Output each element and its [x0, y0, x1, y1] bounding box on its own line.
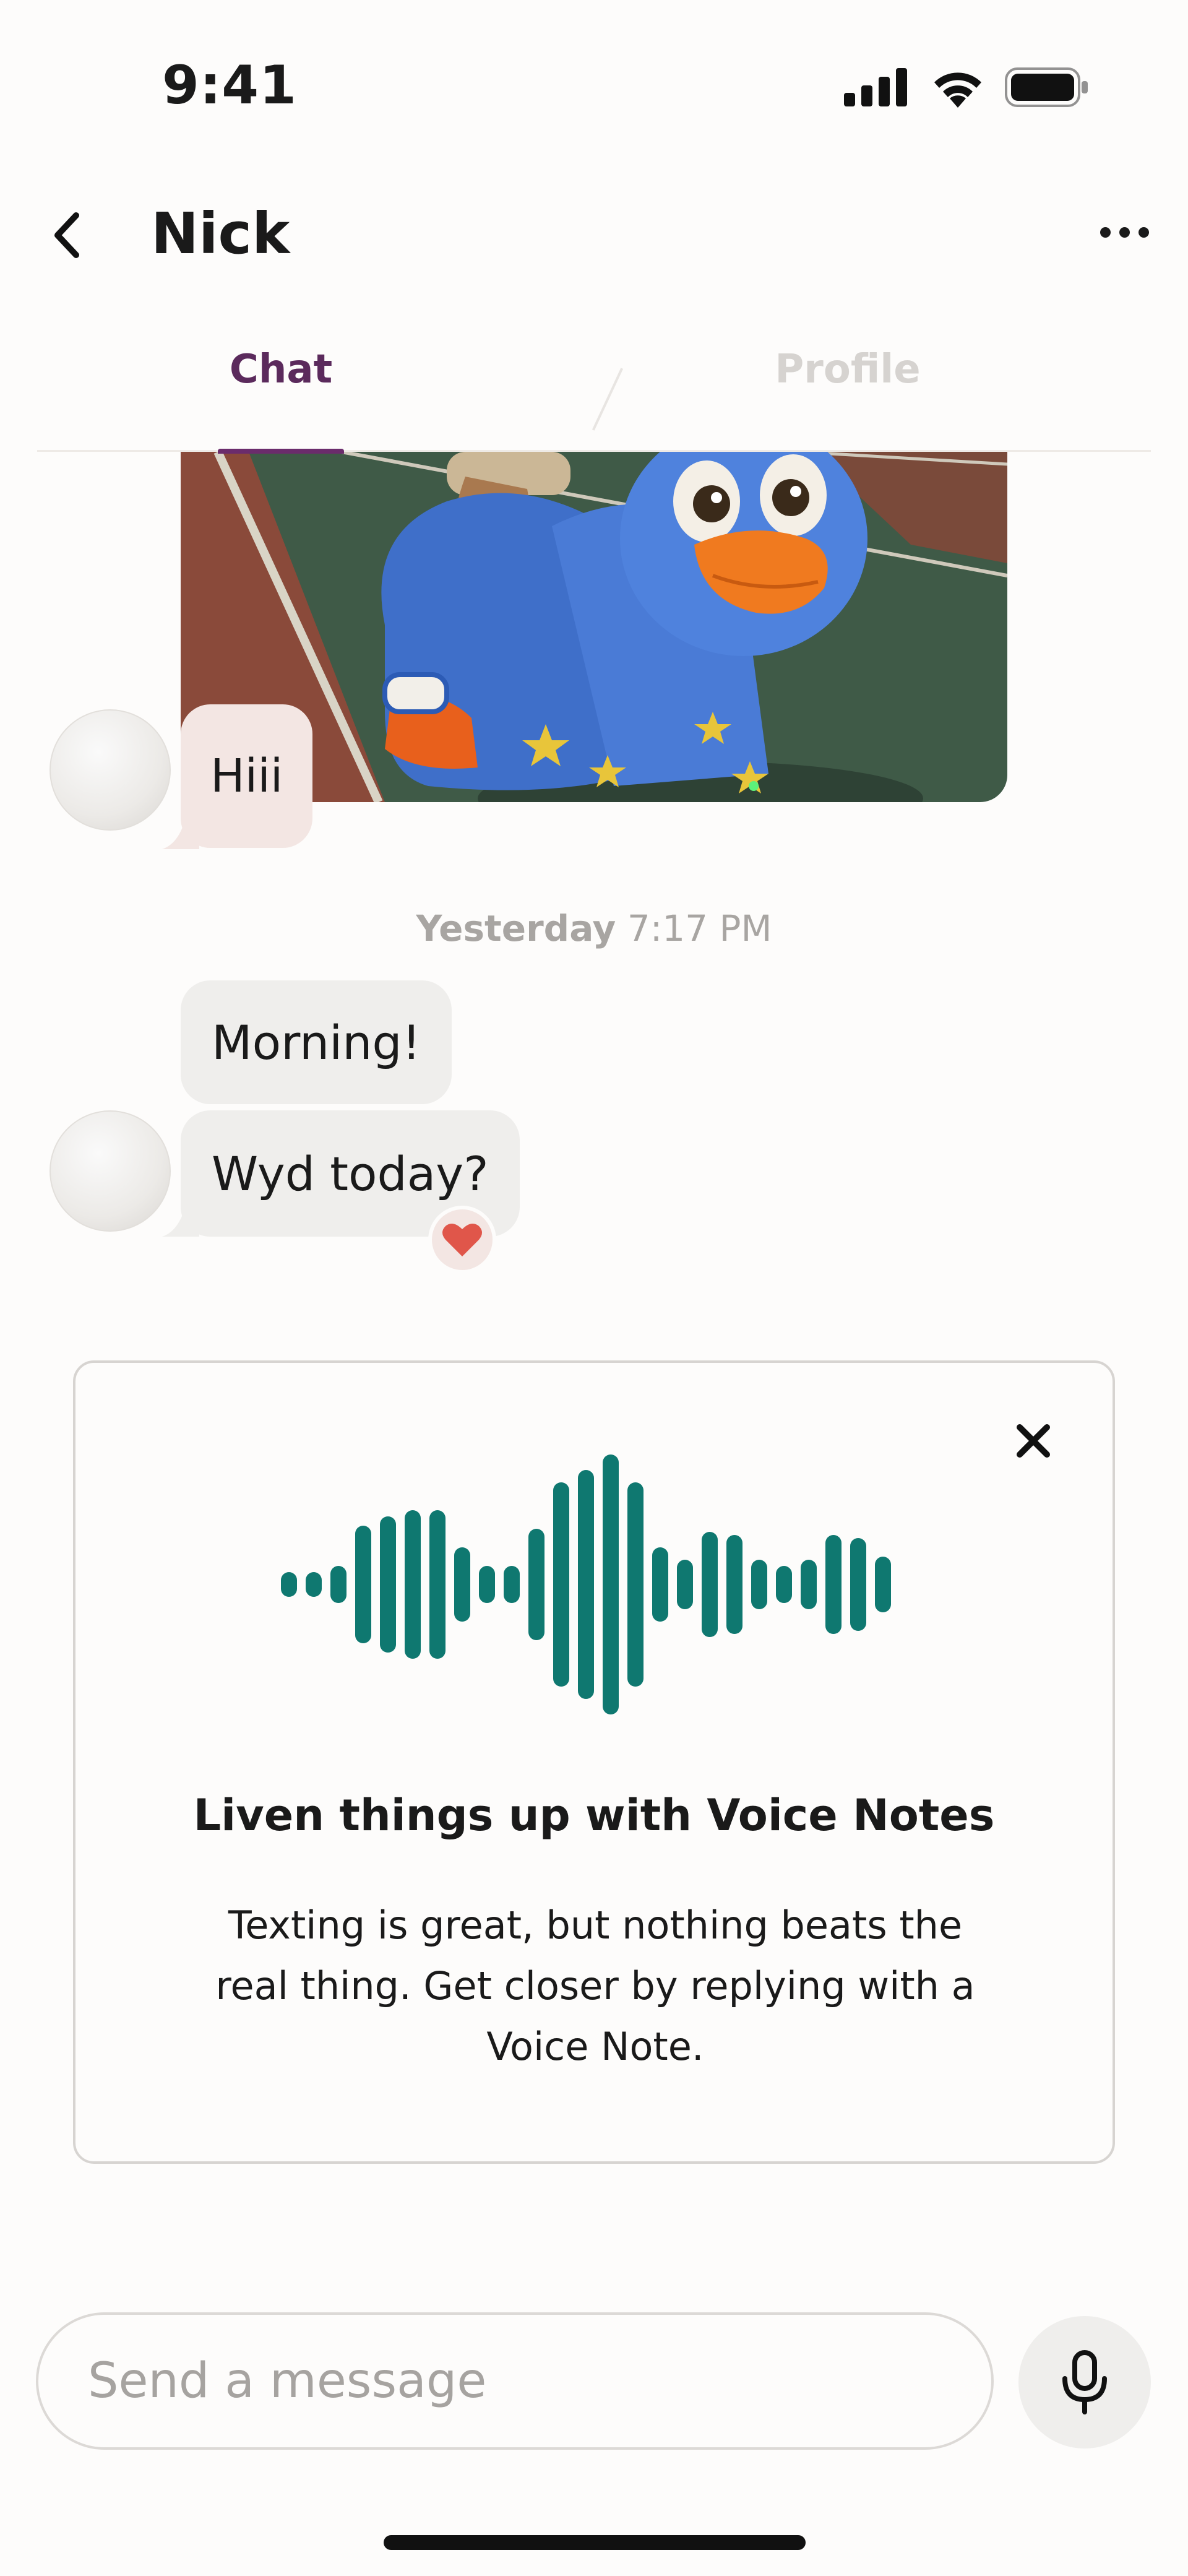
avatar[interactable]	[50, 1110, 171, 1232]
tab-bar: Chat Profile	[37, 328, 1151, 454]
waveform-bar	[355, 1526, 371, 1643]
tab-profile-label: Profile	[775, 347, 921, 392]
home-indicator	[384, 2535, 806, 2550]
waveform-bar	[776, 1566, 792, 1603]
waveform-bar	[330, 1566, 346, 1603]
voice-note-button[interactable]	[1018, 2316, 1151, 2448]
waveform-bar	[677, 1560, 693, 1609]
avatar[interactable]	[50, 709, 171, 831]
date-separator: Yesterday 7:17 PM	[0, 907, 1188, 949]
status-icons	[844, 67, 1089, 108]
message-input[interactable]	[36, 2312, 994, 2450]
wifi-icon	[934, 72, 981, 108]
more-horizontal-icon	[1100, 227, 1111, 238]
heart-icon	[442, 1224, 482, 1256]
waveform-bar	[578, 1470, 594, 1699]
waveform-bar	[504, 1566, 520, 1603]
message-bubble[interactable]: Morning!	[181, 980, 452, 1104]
waveform-bar	[726, 1535, 742, 1634]
timestamp-day: Yesterday	[416, 907, 616, 949]
waveform-bar	[751, 1560, 767, 1609]
tab-chat[interactable]: Chat	[218, 347, 344, 454]
waveform-bar	[702, 1532, 718, 1637]
waveform-bar	[528, 1529, 544, 1640]
waveform-bar	[801, 1560, 817, 1609]
back-button[interactable]	[36, 204, 98, 266]
waveform-bar	[825, 1535, 842, 1634]
chat-header: Nick	[0, 179, 1188, 291]
waveform-bar	[306, 1572, 322, 1597]
tab-profile[interactable]: Profile	[755, 347, 940, 452]
message-bubble[interactable]: Hiii	[181, 704, 313, 848]
waveform-bar	[850, 1538, 866, 1631]
waveform-bar	[380, 1516, 396, 1653]
message-reaction[interactable]	[428, 1206, 496, 1274]
battery-icon	[1005, 67, 1088, 107]
waveform-bar	[281, 1572, 297, 1597]
close-icon	[1017, 1424, 1050, 1458]
close-button[interactable]	[1009, 1416, 1058, 1466]
chevron-left-icon	[54, 212, 79, 258]
card-title: Liven things up with Voice Notes	[193, 1790, 995, 1841]
status-time: 9:41	[162, 54, 297, 116]
tab-divider	[592, 368, 624, 431]
microphone-icon	[1062, 2350, 1107, 2414]
waveform-bar	[405, 1510, 421, 1659]
active-tab-indicator	[218, 449, 344, 454]
message-text: Wyd today?	[212, 1146, 489, 1201]
chat-screen: 9:41 Nick Chat Profile Hiii Yesterday 7:…	[0, 0, 1188, 2576]
card-body: Texting is great, but nothing beats the …	[215, 1903, 975, 2069]
more-options-button[interactable]	[1090, 210, 1158, 254]
contact-name[interactable]: Nick	[151, 201, 290, 267]
waveform-icon	[281, 1454, 891, 1714]
message-text: Hiii	[210, 750, 283, 803]
timestamp-time: 7:17 PM	[627, 907, 772, 949]
waveform-bar	[479, 1566, 495, 1603]
waveform-bar	[553, 1482, 569, 1687]
waveform-bar	[652, 1547, 668, 1622]
message-text: Morning!	[212, 1014, 421, 1070]
signal-icon	[844, 68, 907, 106]
waveform-bar	[875, 1557, 891, 1612]
waveform-bar	[429, 1510, 446, 1659]
tab-chat-label: Chat	[229, 347, 333, 392]
message-list[interactable]: Hiii Yesterday 7:17 PM Morning! Wyd toda…	[0, 452, 1188, 1380]
waveform-bar	[603, 1454, 619, 1714]
waveform-bar	[454, 1547, 470, 1622]
waveform-bar	[627, 1482, 644, 1687]
voice-notes-card: Liven things up with Voice Notes Texting…	[73, 1360, 1115, 2164]
